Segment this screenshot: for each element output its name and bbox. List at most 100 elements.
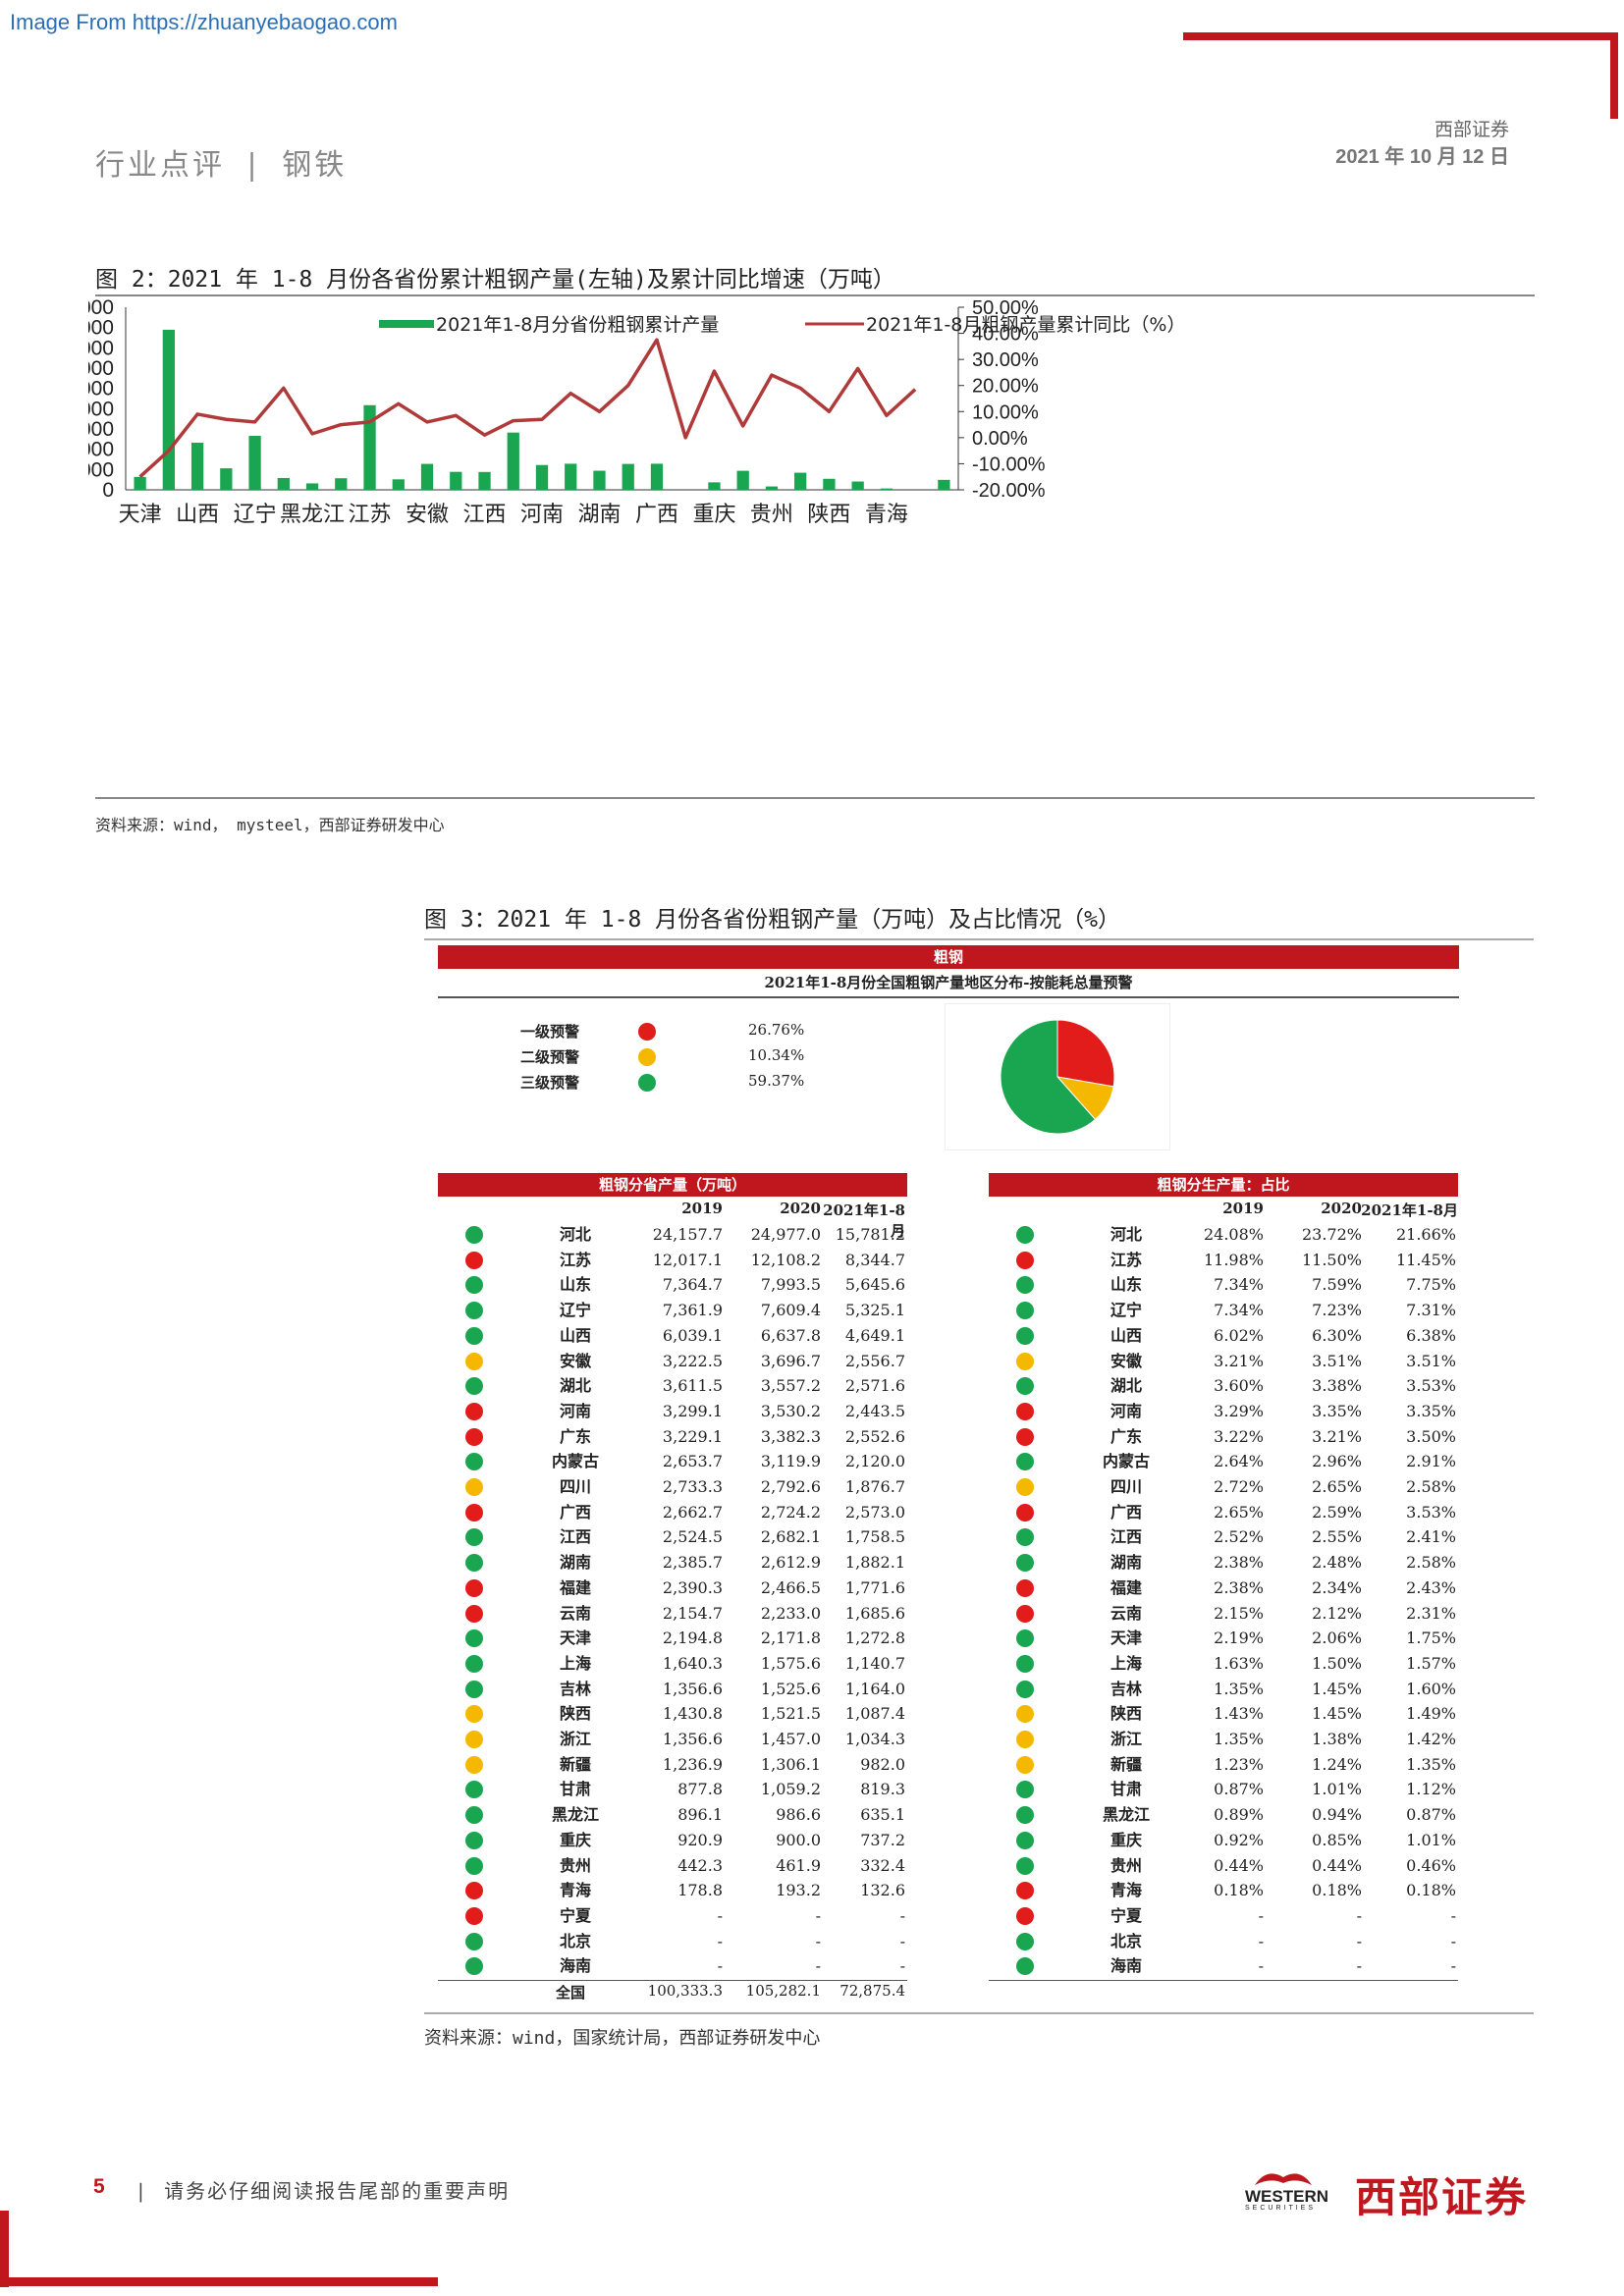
province-name: 广东 [559, 1426, 591, 1446]
table-row: 甘肃 0.87% 1.01% 1.12% [989, 1778, 1458, 1801]
bar-安徽 [420, 463, 434, 490]
table-cell: 1,525.6 [760, 1679, 821, 1698]
province-name: 内蒙古 [551, 1452, 599, 1471]
table-cell: 0.85% [1312, 1830, 1362, 1849]
table-cell: 3,222.5 [662, 1351, 723, 1370]
legend-row: 二级预警 10.34% [491, 1046, 844, 1070]
bar-青海 [880, 488, 893, 490]
table-cell: 2.48% [1312, 1553, 1362, 1573]
warning-dot-icon [465, 1302, 483, 1320]
table-cell: 1.01% [1312, 1780, 1362, 1799]
x-tick-label: 江苏 [349, 503, 392, 527]
bar-湖南 [593, 470, 606, 490]
table-cell: 7.34% [1214, 1301, 1264, 1320]
table-cell: 0.44% [1312, 1855, 1362, 1875]
header-separator: | [246, 148, 260, 183]
province-name: 新疆 [559, 1754, 591, 1774]
x-tick-label: 广西 [635, 503, 678, 527]
table-cell: 2.58% [1406, 1477, 1456, 1496]
share-bottom-rule [989, 1980, 1458, 1981]
table-cell: 0.92% [1214, 1830, 1264, 1849]
table-cell: - [899, 1956, 905, 1976]
warning-pie-frame [945, 1003, 1170, 1150]
table-cell: 877.8 [677, 1780, 723, 1799]
report-date: 2021 年 10 月 12 日 [1335, 146, 1509, 168]
table-cell: 15,781.2 [835, 1225, 905, 1244]
share-rows: 河北 24.08% 23.72% 21.66% 江苏 11.98% 11.50% 11.45%… [989, 1223, 1458, 1989]
table-cell: 2,194.8 [662, 1629, 723, 1648]
table-cell: 1,306.1 [760, 1754, 821, 1774]
table-row: 浙江 1.35% 1.38% 1.42% [989, 1728, 1458, 1751]
table-row: 青海 0.18% 0.18% 0.18% [989, 1879, 1458, 1902]
province-name: 贵州 [1110, 1855, 1142, 1875]
table-cell: 24,977.0 [750, 1225, 821, 1244]
legend-row: 三级预警 59.37% [491, 1072, 844, 1095]
logo-chinese: 西部证券 [1355, 2173, 1529, 2221]
warning-dot-icon [465, 1226, 483, 1244]
table-cell: - [815, 1956, 821, 1976]
warning-dot-icon [1016, 1226, 1034, 1244]
table-row: 江西 2.52% 2.55% 2.41% [989, 1525, 1458, 1549]
table-cell: 8,344.7 [844, 1250, 905, 1269]
table-cell: 3,557.2 [760, 1376, 821, 1396]
source-watermark[interactable]: Image From https://zhuanyebaogao.com [10, 10, 398, 35]
table-cell: 2,733.3 [662, 1477, 723, 1496]
table-cell: - [717, 1956, 723, 1976]
province-output-rows: 河北 24,157.7 24,977.0 15,781.2 江苏 12,017.1 12,1… [438, 1223, 907, 1989]
bar-江西 [478, 471, 491, 490]
table-cell: 1.75% [1406, 1629, 1456, 1648]
table-row: 海南 - - - [989, 1954, 1458, 1978]
bar-广东 [622, 463, 634, 490]
table-cell: 2.64% [1214, 1452, 1264, 1471]
table-cell: 2.55% [1312, 1527, 1362, 1547]
province-name: 陕西 [1110, 1704, 1142, 1724]
fig2-title: 图 2：2021 年 1-8 月份各省份累计粗钢产量(左轴)及累计同比增速（万吨… [95, 267, 895, 293]
warning-dot-icon [465, 1755, 483, 1774]
table-row: 湖北 3.60% 3.38% 3.53% [989, 1374, 1458, 1398]
bar-云南 [794, 472, 807, 490]
warning-dot-icon [1016, 1654, 1034, 1673]
province-name: 湖北 [559, 1376, 591, 1396]
province-name: 安徽 [559, 1351, 591, 1370]
x-tick-label: 陕西 [807, 503, 850, 527]
province-name: 湖北 [1110, 1376, 1142, 1396]
table-row: 四川 2.72% 2.65% 2.58% [989, 1475, 1458, 1499]
table-row: 黑龙江 0.89% 0.94% 0.87% [989, 1803, 1458, 1827]
x-tick-label: 江西 [463, 503, 507, 527]
table-cell: 6.30% [1312, 1325, 1362, 1345]
table-row: 贵州 0.44% 0.44% 0.46% [989, 1854, 1458, 1878]
total-2021: 72,875.4 [839, 1982, 905, 2000]
warning-dot-icon [1016, 1478, 1034, 1496]
table-row: 山西 6,039.1 6,637.8 4,649.1 [438, 1324, 907, 1348]
table-cell: 3.51% [1312, 1351, 1362, 1370]
right-tick-label: 0.00% [972, 428, 1028, 450]
table-row: 甘肃 877.8 1,059.2 819.3 [438, 1778, 907, 1801]
table-cell: 3.53% [1406, 1376, 1456, 1396]
table-cell: 1,521.5 [760, 1704, 821, 1724]
table-cell: 1,876.7 [844, 1477, 905, 1496]
table-row: 新疆 1,236.9 1,306.1 982.0 [438, 1753, 907, 1777]
table-cell: 2.06% [1312, 1629, 1362, 1648]
table-cell: 1.57% [1406, 1653, 1456, 1673]
province-name: 云南 [559, 1603, 591, 1623]
table-cell: 0.46% [1406, 1855, 1456, 1875]
province-name: 青海 [1110, 1881, 1142, 1900]
warning-dot-icon [465, 1831, 483, 1849]
table-cell: 12,108.2 [750, 1250, 821, 1269]
table-row: 宁夏 - - - [438, 1904, 907, 1928]
table-cell: 1.43% [1214, 1704, 1264, 1724]
warning-dot-icon [1016, 1276, 1034, 1295]
table-cell: 1,771.6 [844, 1577, 905, 1597]
left-tick-label: 18000 [88, 296, 114, 319]
table-cell: 3.35% [1312, 1401, 1362, 1420]
table-row: 青海 178.8 193.2 132.6 [438, 1879, 907, 1902]
table-cell: 2,662.7 [662, 1502, 723, 1522]
province-name: 北京 [1110, 1931, 1142, 1950]
table-cell: 1.35% [1406, 1754, 1456, 1774]
bar-浙江 [392, 479, 405, 490]
table-cell: 819.3 [860, 1780, 905, 1799]
table-row: 山西 6.02% 6.30% 6.38% [989, 1324, 1458, 1348]
province-name: 安徽 [1110, 1351, 1142, 1370]
table-row: 河南 3.29% 3.35% 3.35% [989, 1400, 1458, 1423]
table-cell: - [815, 1905, 821, 1925]
